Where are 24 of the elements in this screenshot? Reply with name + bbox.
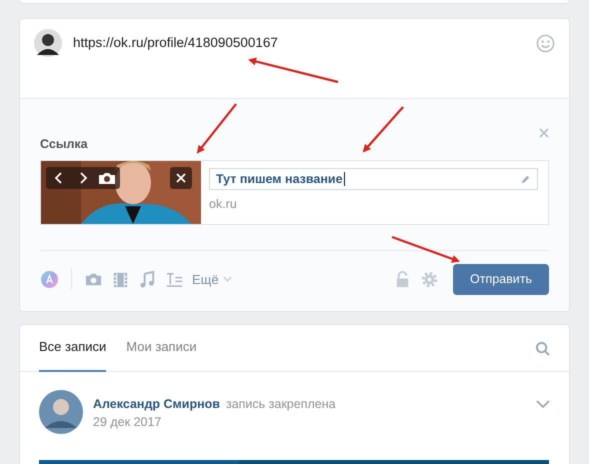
color-circle-icon[interactable]	[40, 270, 59, 288]
arrow	[392, 236, 460, 263]
close-icon[interactable]	[539, 128, 549, 138]
link-domain: ok.ru	[209, 197, 238, 211]
arrow	[196, 103, 237, 154]
title-field[interactable]: Тут пишем название	[209, 168, 538, 190]
pinned-note: запись закреплена	[226, 397, 336, 411]
attachment-heading: Ссылка	[40, 137, 88, 151]
wall-tab[interactable]: Мои записи	[126, 325, 197, 372]
music-icon[interactable]	[138, 270, 157, 288]
search-icon[interactable]	[535, 340, 550, 356]
author-name[interactable]: Александр Смирнов	[93, 397, 220, 411]
avatar	[39, 390, 83, 434]
arrow	[362, 106, 404, 152]
settings-icon[interactable]	[420, 270, 440, 288]
send-button[interactable]: Отправить	[453, 264, 549, 294]
wall-tab[interactable]: Все записи	[39, 325, 106, 372]
avatar	[34, 29, 62, 57]
post-text[interactable]: https://ok.ru/profile/418090500167	[73, 35, 278, 50]
chevron-icon	[222, 276, 232, 282]
chevron-icon[interactable]	[536, 400, 550, 408]
pencil-icon[interactable]	[520, 174, 531, 184]
remove-icon[interactable]	[170, 167, 192, 189]
smile-icon[interactable]	[536, 34, 555, 53]
